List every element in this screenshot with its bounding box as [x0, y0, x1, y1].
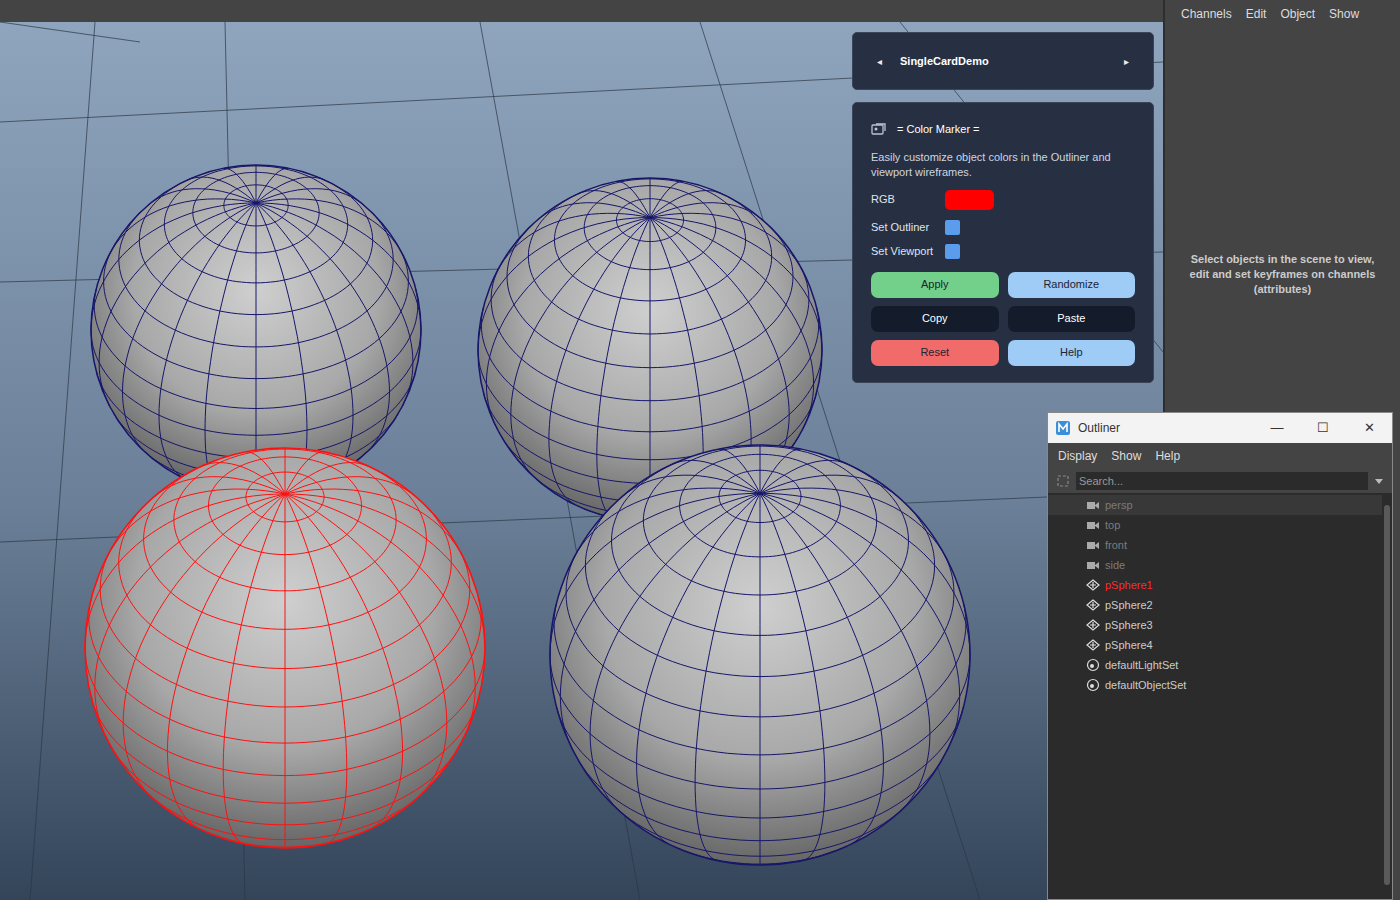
- minimize-button[interactable]: —: [1254, 418, 1300, 438]
- action-button[interactable]: Reset: [871, 340, 999, 366]
- color-marker-card: = Color Marker = Easily customize object …: [852, 102, 1154, 383]
- outliner-row[interactable]: top: [1048, 515, 1382, 535]
- window-title: Outliner: [1078, 419, 1254, 437]
- outliner-window[interactable]: Outliner—☐✕ Display Show Help persp top front s…: [1047, 412, 1393, 900]
- checkbox[interactable]: [945, 244, 960, 259]
- option-label: Set Viewport: [871, 243, 945, 260]
- set-icon: [1086, 658, 1100, 672]
- top-bar: [0, 0, 1163, 22]
- outliner-row[interactable]: defaultLightSet: [1048, 655, 1382, 675]
- outliner-label: front: [1105, 537, 1127, 554]
- rgb-row: RGB: [871, 188, 1135, 212]
- menu-item[interactable]: Show: [1329, 5, 1359, 24]
- title-bar: Outliner—☐✕: [1048, 413, 1392, 443]
- action-button[interactable]: Copy: [871, 306, 999, 332]
- rgb-label: RGB: [871, 191, 945, 208]
- outliner-label: pSphere1: [1105, 577, 1153, 594]
- outliner-label: top: [1105, 517, 1120, 534]
- outliner-row[interactable]: side: [1048, 555, 1382, 575]
- option-row: Set Viewport: [871, 240, 1135, 264]
- sphere-mesh[interactable]: [85, 448, 485, 848]
- button-grid: Apply Randomize Copy Paste Reset Help: [871, 272, 1135, 366]
- menu-item[interactable]: Show: [1111, 447, 1141, 465]
- option-label: Set Outliner: [871, 219, 945, 236]
- option-row: Set Outliner: [871, 216, 1135, 240]
- outliner-label: defaultObjectSet: [1105, 677, 1186, 694]
- camera-icon: [1086, 558, 1100, 572]
- outliner-label: side: [1105, 557, 1125, 574]
- mesh-icon: [1086, 638, 1100, 652]
- prev-card-button[interactable]: ◂: [877, 54, 882, 69]
- outliner-list: persp top front side pSphere1 pSphere2 pSphere…: [1048, 493, 1382, 899]
- checkbox[interactable]: [945, 220, 960, 235]
- outliner-row[interactable]: defaultObjectSet: [1048, 675, 1382, 695]
- camera-icon: [1086, 518, 1100, 532]
- outliner-row[interactable]: front: [1048, 535, 1382, 555]
- menu-item[interactable]: Display: [1058, 447, 1097, 465]
- outliner-label: pSphere2: [1105, 597, 1153, 614]
- outliner-row[interactable]: pSphere4: [1048, 635, 1382, 655]
- card-navigator: ◂SingleCardDemo▸: [852, 32, 1154, 90]
- menu-item[interactable]: Channels: [1181, 5, 1232, 24]
- outliner-label: defaultLightSet: [1105, 657, 1178, 674]
- channel-box-message: Select objects in the scene to view, edi…: [1188, 252, 1378, 297]
- card-title: SingleCardDemo: [882, 53, 1124, 70]
- action-button[interactable]: Randomize: [1008, 272, 1136, 298]
- outliner-label: pSphere4: [1105, 637, 1153, 654]
- next-card-button[interactable]: ▸: [1124, 54, 1129, 69]
- outliner-label: pSphere3: [1105, 617, 1153, 634]
- outliner-row[interactable]: persp: [1048, 495, 1382, 515]
- mesh-icon: [1086, 578, 1100, 592]
- menu-item[interactable]: Edit: [1246, 5, 1267, 24]
- search-field[interactable]: [1076, 472, 1368, 490]
- maya-icon: [1056, 421, 1070, 435]
- camera-icon: [1086, 498, 1100, 512]
- search-row: [1048, 469, 1392, 493]
- dropdown-icon[interactable]: [1374, 476, 1384, 486]
- set-icon: [1086, 678, 1100, 692]
- palette-icon: [871, 122, 889, 136]
- close-button[interactable]: ✕: [1346, 418, 1392, 438]
- maximize-button[interactable]: ☐: [1300, 418, 1346, 438]
- outliner-row[interactable]: pSphere3: [1048, 615, 1382, 635]
- outliner-row[interactable]: pSphere2: [1048, 595, 1382, 615]
- sphere-mesh[interactable]: [550, 445, 970, 865]
- scroll-thumb[interactable]: [1384, 505, 1390, 885]
- menu-item[interactable]: Help: [1155, 447, 1180, 465]
- mesh-icon: [1086, 598, 1100, 612]
- card-description: Easily customize object colors in the Ou…: [871, 150, 1135, 180]
- outliner-menu: Display Show Help: [1048, 443, 1392, 469]
- channel-menu: Channels Edit Object Show: [1165, 0, 1400, 24]
- card-heading: = Color Marker =: [897, 121, 980, 138]
- mesh-icon: [1086, 618, 1100, 632]
- filter-icon[interactable]: [1056, 474, 1070, 488]
- action-button[interactable]: Help: [1008, 340, 1136, 366]
- camera-icon: [1086, 538, 1100, 552]
- sphere-mesh[interactable]: [91, 165, 421, 495]
- scrollbar[interactable]: [1382, 493, 1392, 899]
- action-button[interactable]: Paste: [1008, 306, 1136, 332]
- menu-item[interactable]: Object: [1280, 5, 1315, 24]
- action-button[interactable]: Apply: [871, 272, 999, 298]
- color-swatch[interactable]: [945, 190, 994, 210]
- outliner-row[interactable]: pSphere1: [1048, 575, 1382, 595]
- card-header: = Color Marker =: [871, 121, 1135, 138]
- outliner-label: persp: [1105, 497, 1133, 514]
